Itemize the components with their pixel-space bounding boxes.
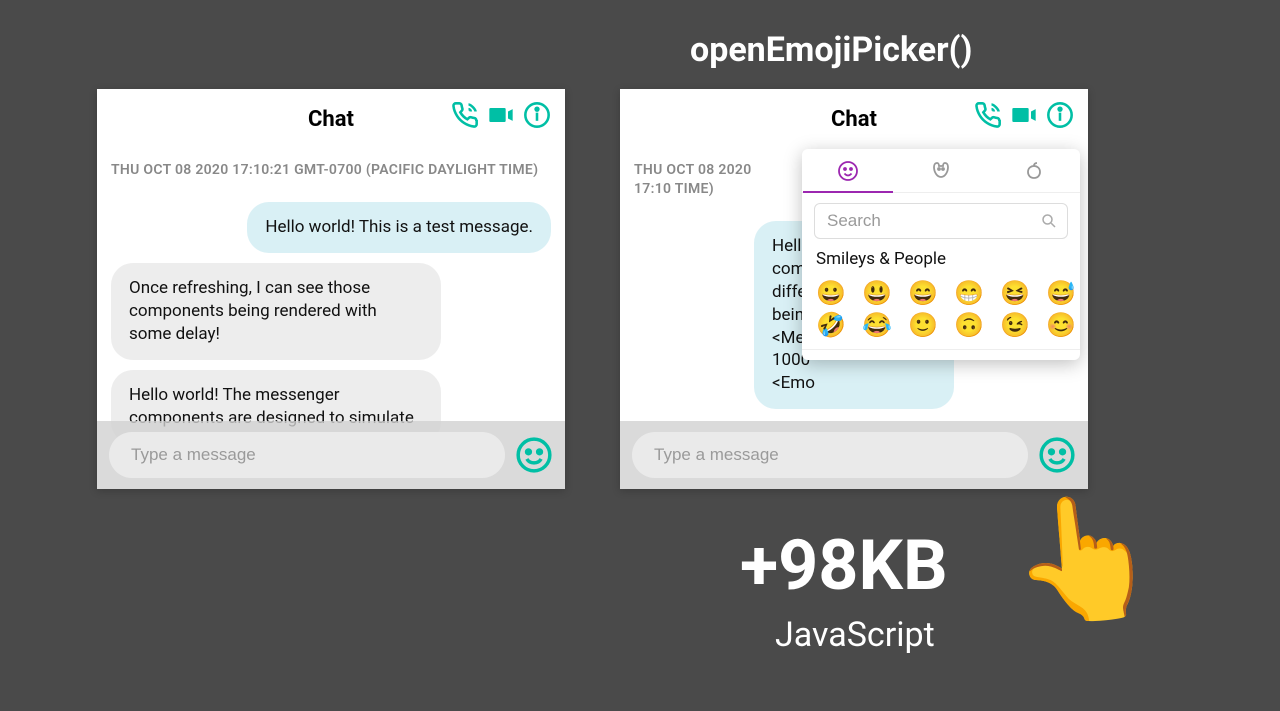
emoji-tab-animals[interactable] [896,149,986,192]
emoji-tab-smileys[interactable] [803,149,893,192]
search-icon [1040,212,1058,230]
emoji-tab-food[interactable] [989,149,1079,192]
compose-bar [620,421,1088,489]
emoji-search-wrap [802,193,1080,245]
emoji-cell[interactable]: 🙂 [908,311,936,339]
emoji-picker-button[interactable] [1038,436,1076,474]
chat-header: Chat [620,89,1088,149]
emoji-cell[interactable]: 😀 [816,279,844,307]
pointing-hand-emoji: 👆 [1004,484,1165,636]
message-input[interactable] [109,432,505,478]
emoji-cell[interactable]: 😄 [908,279,936,307]
emoji-cell[interactable]: 😆 [1000,279,1028,307]
emoji-section-title: Smileys & People [802,245,1080,277]
emoji-cell[interactable]: 😁 [954,279,982,307]
timestamp: THU OCT 08 2020 17:10:21 GMT-0700 (PACIF… [97,149,565,192]
emoji-cell[interactable]: 😊 [1046,311,1074,339]
message-bubble-sent: Hello world! This is a test message. [247,202,551,253]
header-actions [451,101,551,129]
emoji-cell[interactable]: 😉 [1000,311,1028,339]
compose-bar [97,421,565,489]
size-label: +98KB [740,525,948,607]
emoji-picker-tabs [802,149,1080,193]
message-bubble-received: Once refreshing, I can see those compone… [111,263,441,360]
chat-screenshot-before: Chat THU OCT 08 2020 17:10:21 GMT-0700 (… [97,89,565,489]
emoji-picker-button[interactable] [515,436,553,474]
message-input[interactable] [632,432,1028,478]
video-call-icon[interactable] [487,101,515,129]
emoji-search-input[interactable] [814,203,1068,239]
chat-header: Chat [97,89,565,149]
chat-screenshot-after: Chat THU OCT 08 2020 17:10 TIME) Hello c… [620,89,1088,489]
header-actions [974,101,1074,129]
emoji-cell[interactable]: 😅 [1046,279,1074,307]
emoji-row: 😀 😃 😄 😁 😆 😅 [802,277,1080,309]
info-icon[interactable] [1046,101,1074,129]
emoji-cell[interactable]: 😃 [862,279,890,307]
chat-title: Chat [831,107,877,132]
emoji-row: 🤣 😂 🙂 🙃 😉 😊 [802,309,1080,341]
phone-call-icon[interactable] [974,101,1002,129]
message-list: Hello world! This is a test message. Onc… [97,202,565,444]
emoji-cell[interactable]: 🙃 [954,311,982,339]
emoji-cell[interactable]: 😂 [862,311,890,339]
chat-title: Chat [308,107,354,132]
video-call-icon[interactable] [1010,101,1038,129]
emoji-cell[interactable]: 🤣 [816,311,844,339]
phone-call-icon[interactable] [451,101,479,129]
info-icon[interactable] [523,101,551,129]
emoji-picker: Smileys & People 😀 😃 😄 😁 😆 😅 🤣 😂 🙂 🙃 😉 😊 [802,149,1080,360]
headline-text: openEmojiPicker() [690,30,972,70]
language-label: JavaScript [775,615,935,655]
timestamp: THU OCT 08 2020 17:10 TIME) [620,149,800,211]
